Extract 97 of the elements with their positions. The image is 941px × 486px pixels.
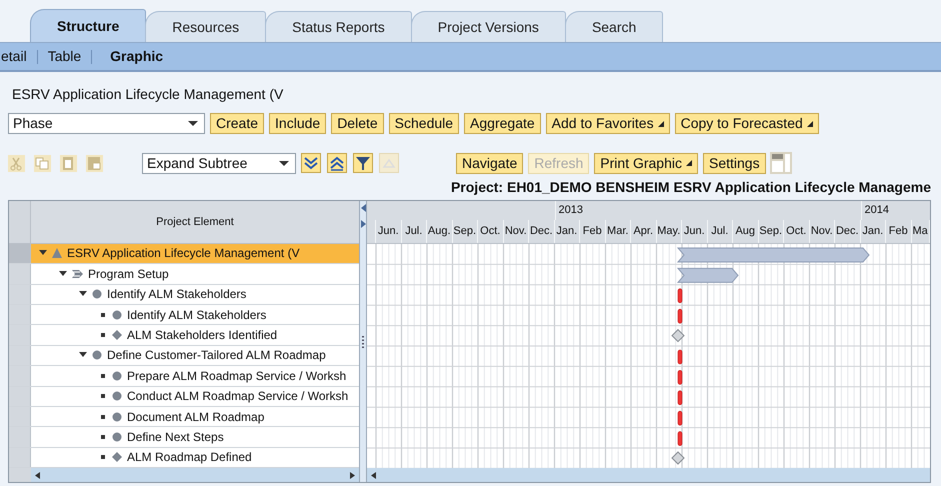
circle-icon: [112, 412, 122, 422]
month-label: Nov.: [810, 224, 833, 240]
task-marker[interactable]: [678, 390, 682, 406]
tree-label: ALM Roadmap Defined: [127, 449, 252, 466]
dropdown-arrow-icon[interactable]: [188, 121, 198, 126]
toolbar-button[interactable]: Delete: [331, 113, 384, 134]
tree-row[interactable]: ESRV Application Lifecycle Management (V: [31, 244, 359, 264]
toolbar-button[interactable]: Navigate: [456, 152, 524, 174]
object-title: ESRV Application Lifecycle Management (V: [12, 85, 284, 104]
tree-label: Identify ALM Stakeholders: [127, 306, 266, 324]
month-label: Jul.: [405, 224, 422, 240]
toolbar-button[interactable]: Settings: [703, 152, 766, 174]
diamond-icon: [112, 452, 122, 462]
subtab[interactable]: Graphic: [102, 46, 172, 67]
month-label: Sep.: [453, 224, 476, 240]
splitter[interactable]: [359, 201, 367, 482]
tab[interactable]: Structure: [30, 9, 146, 42]
tree-label: Program Setup: [88, 266, 169, 283]
circle-icon: [112, 391, 122, 402]
expanded-arrow-icon[interactable]: [79, 290, 87, 298]
month-label: Apr.: [633, 224, 654, 240]
dropdown-arrow-icon[interactable]: [279, 160, 289, 166]
month-label: Sep.: [759, 224, 782, 240]
column-header: Project Element: [31, 201, 359, 243]
toolbar-button[interactable]: Copy to Forecasted: [674, 113, 819, 134]
toolbar-button[interactable]: Print Graphic: [594, 152, 698, 174]
summary-bar[interactable]: [676, 268, 739, 283]
month-label: Jun.: [378, 224, 399, 240]
element-type-dropdown[interactable]: Phase: [8, 113, 205, 134]
month-label: Jan.: [556, 224, 578, 240]
month-label: Oct.: [480, 224, 500, 240]
month-label: Aug: [735, 224, 756, 240]
month-label: Mar.: [607, 224, 628, 240]
tree-label: Prepare ALM Roadmap Service / Worksh: [127, 368, 346, 385]
tab[interactable]: Status Reports: [265, 11, 412, 42]
tree-label: ESRV Application Lifecycle Management (V: [67, 245, 300, 262]
tree-label: ALM Stakeholders Identified: [127, 327, 278, 344]
filter-icon[interactable]: [353, 153, 373, 173]
subtab[interactable]: etail: [1, 46, 27, 67]
layout-icon[interactable]: [770, 152, 792, 174]
phase-arrow-icon: [72, 268, 83, 279]
tree-label: Define Customer-Tailored ALM Roadmap: [107, 347, 326, 364]
chart-title: Project: EH01_DEMO BENSHEIM ESRV Application Lifecycle Manageme: [450, 178, 931, 197]
month-label: Ma: [912, 224, 928, 240]
month-label: Jun.: [684, 224, 705, 240]
circle-icon: [112, 310, 122, 320]
tab[interactable]: Project Versions: [410, 11, 566, 42]
tab[interactable]: Search: [564, 11, 664, 42]
task-marker[interactable]: [678, 370, 682, 385]
month-label: Nov.: [504, 224, 527, 240]
tree-label: Conduct ALM Roadmap Service / Worksh: [127, 388, 348, 406]
year-label: 2013: [558, 203, 583, 218]
tree-label: Identify ALM Stakeholders: [107, 286, 246, 304]
circle-icon: [92, 289, 102, 300]
scroll-left-icon[interactable]: [371, 472, 376, 478]
tree-label: Document ALM Roadmap: [127, 408, 264, 426]
month-label: Feb: [582, 224, 602, 240]
circle-icon: [112, 370, 122, 381]
scroll-right-icon[interactable]: [350, 472, 355, 479]
task-marker[interactable]: [678, 431, 682, 446]
task-marker[interactable]: [678, 350, 682, 364]
expand-all-icon[interactable]: [301, 153, 321, 173]
horizontal-scrollbar[interactable]: [31, 468, 359, 482]
toolbar-button[interactable]: Aggregate: [464, 113, 541, 134]
task-marker[interactable]: [678, 308, 682, 324]
task-marker[interactable]: [678, 410, 682, 426]
scroll-left-icon[interactable]: [35, 472, 40, 479]
summary-bar[interactable]: [676, 248, 870, 262]
tree-label: Define Next Steps: [127, 428, 224, 446]
month-label: Dec.: [530, 224, 553, 240]
toolbar-button[interactable]: Add to Favorites: [546, 113, 670, 134]
month-label: Feb: [888, 224, 908, 240]
expand-dropdown[interactable]: Expand Subtree: [142, 152, 296, 174]
circle-icon: [112, 432, 122, 442]
expanded-arrow-icon[interactable]: [59, 270, 67, 278]
milestone-diamond[interactable]: [671, 451, 685, 465]
tab[interactable]: Resources: [145, 11, 266, 42]
expanded-arrow-icon[interactable]: [39, 249, 47, 258]
month-label: Aug.: [428, 224, 451, 240]
month-label: Oct.: [786, 224, 806, 240]
month-label: Jul.: [711, 224, 728, 240]
triangle-icon: [52, 248, 62, 258]
collapse-all-icon[interactable]: [327, 153, 347, 173]
year-label: 2014: [864, 203, 889, 218]
expanded-arrow-icon[interactable]: [79, 351, 87, 360]
toolbar-button[interactable]: Create: [210, 113, 264, 134]
horizontal-scrollbar[interactable]: [367, 468, 930, 482]
month-label: May.: [657, 224, 680, 240]
toolbar-button[interactable]: Schedule: [388, 113, 460, 134]
month-label: Jan.: [862, 224, 884, 240]
circle-icon: [92, 350, 102, 360]
month-label: Dec.: [836, 224, 859, 240]
milestone-diamond[interactable]: [671, 328, 685, 342]
subtab[interactable]: Table: [48, 46, 82, 67]
diamond-icon: [112, 330, 122, 340]
task-marker[interactable]: [678, 288, 682, 304]
toolbar-button[interactable]: Include: [269, 113, 326, 134]
